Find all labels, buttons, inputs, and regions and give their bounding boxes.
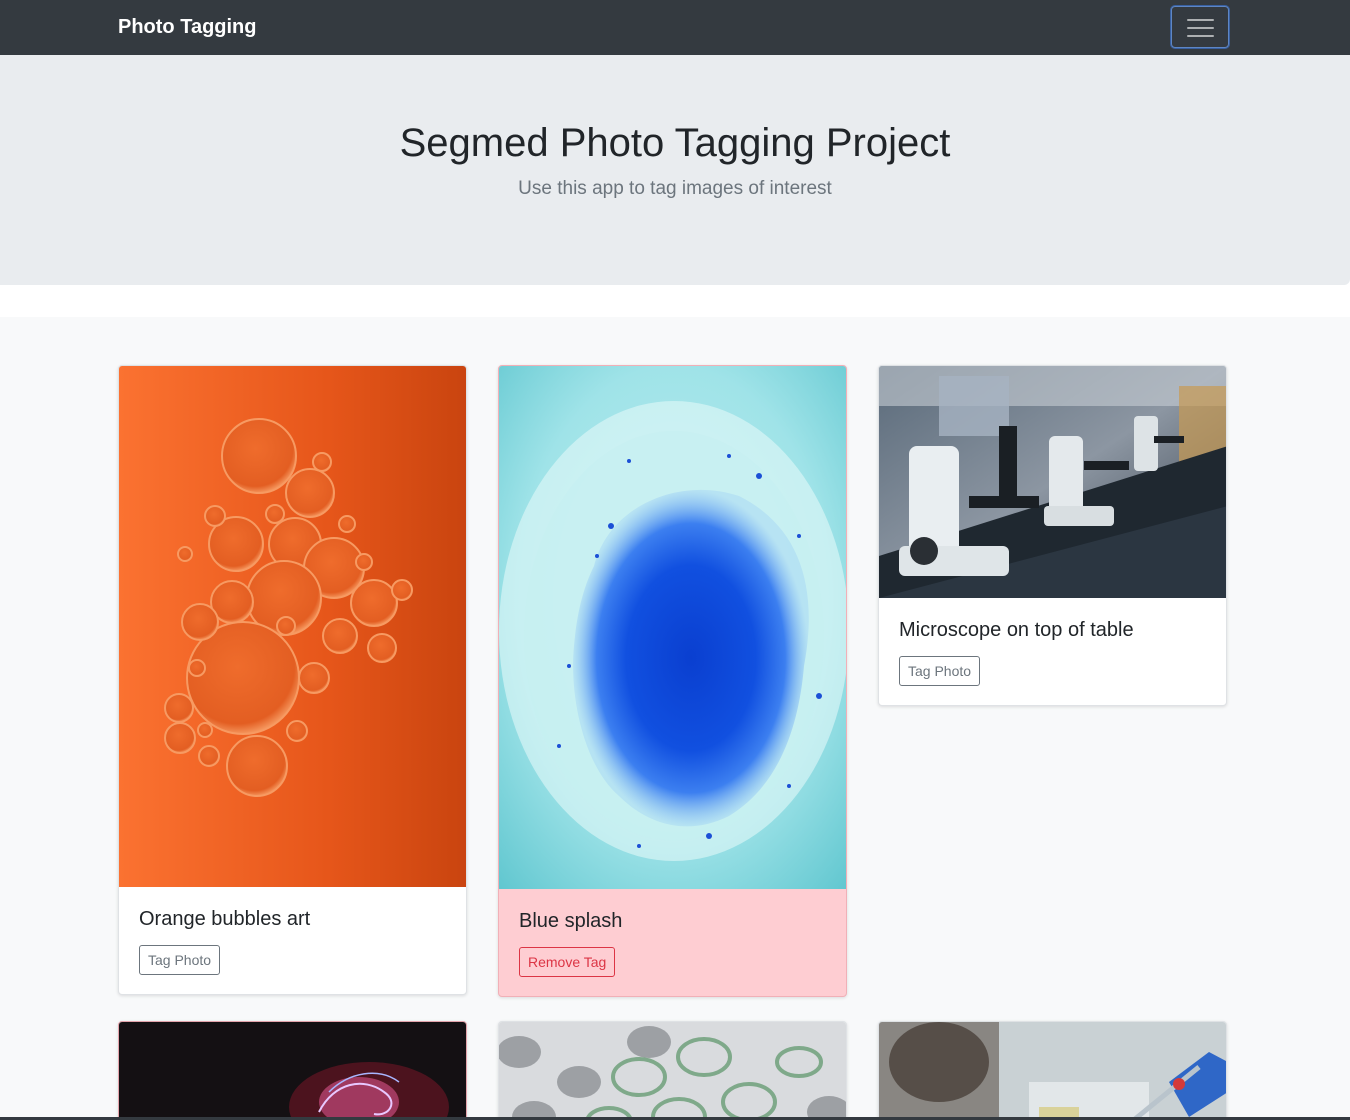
photo-card <box>498 1021 847 1120</box>
card-body: Microscope on top of table Tag Photo <box>879 598 1226 705</box>
navbar-toggle-button[interactable] <box>1171 6 1229 48</box>
tag-photo-button[interactable]: Tag Photo <box>899 656 981 686</box>
microscope-image[interactable] <box>879 366 1226 598</box>
photo-card <box>878 1021 1227 1120</box>
orange-bubbles-image[interactable] <box>119 366 466 887</box>
navbar-brand[interactable]: Photo Tagging <box>118 14 257 40</box>
photo-card <box>118 1021 467 1120</box>
remove-tag-button[interactable]: Remove Tag <box>519 947 616 977</box>
card-body: Orange bubbles art Tag Photo <box>119 887 466 994</box>
photo-card: Orange bubbles art Tag Photo <box>118 365 467 995</box>
navbar: Photo Tagging <box>0 0 1350 55</box>
photo-card: Blue splash Remove Tag <box>498 365 847 997</box>
lab-pipette-image[interactable] <box>879 1022 1226 1120</box>
plasma-image[interactable] <box>119 1022 466 1120</box>
test-tubes-image[interactable] <box>499 1022 846 1120</box>
page-lead: Use this app to tag images of interest <box>518 178 832 199</box>
card-title: Blue splash <box>519 910 623 932</box>
photo-card: Microscope on top of table Tag Photo <box>878 365 1227 706</box>
blue-splash-image[interactable] <box>499 366 846 889</box>
tag-photo-button[interactable]: Tag Photo <box>139 945 221 975</box>
card-body: Blue splash Remove Tag <box>499 889 846 996</box>
jumbotron: Segmed Photo Tagging Project Use this ap… <box>0 55 1350 285</box>
page-title: Segmed Photo Tagging Project <box>399 121 951 165</box>
card-title: Microscope on top of table <box>899 619 1134 641</box>
card-title: Orange bubbles art <box>139 908 311 930</box>
